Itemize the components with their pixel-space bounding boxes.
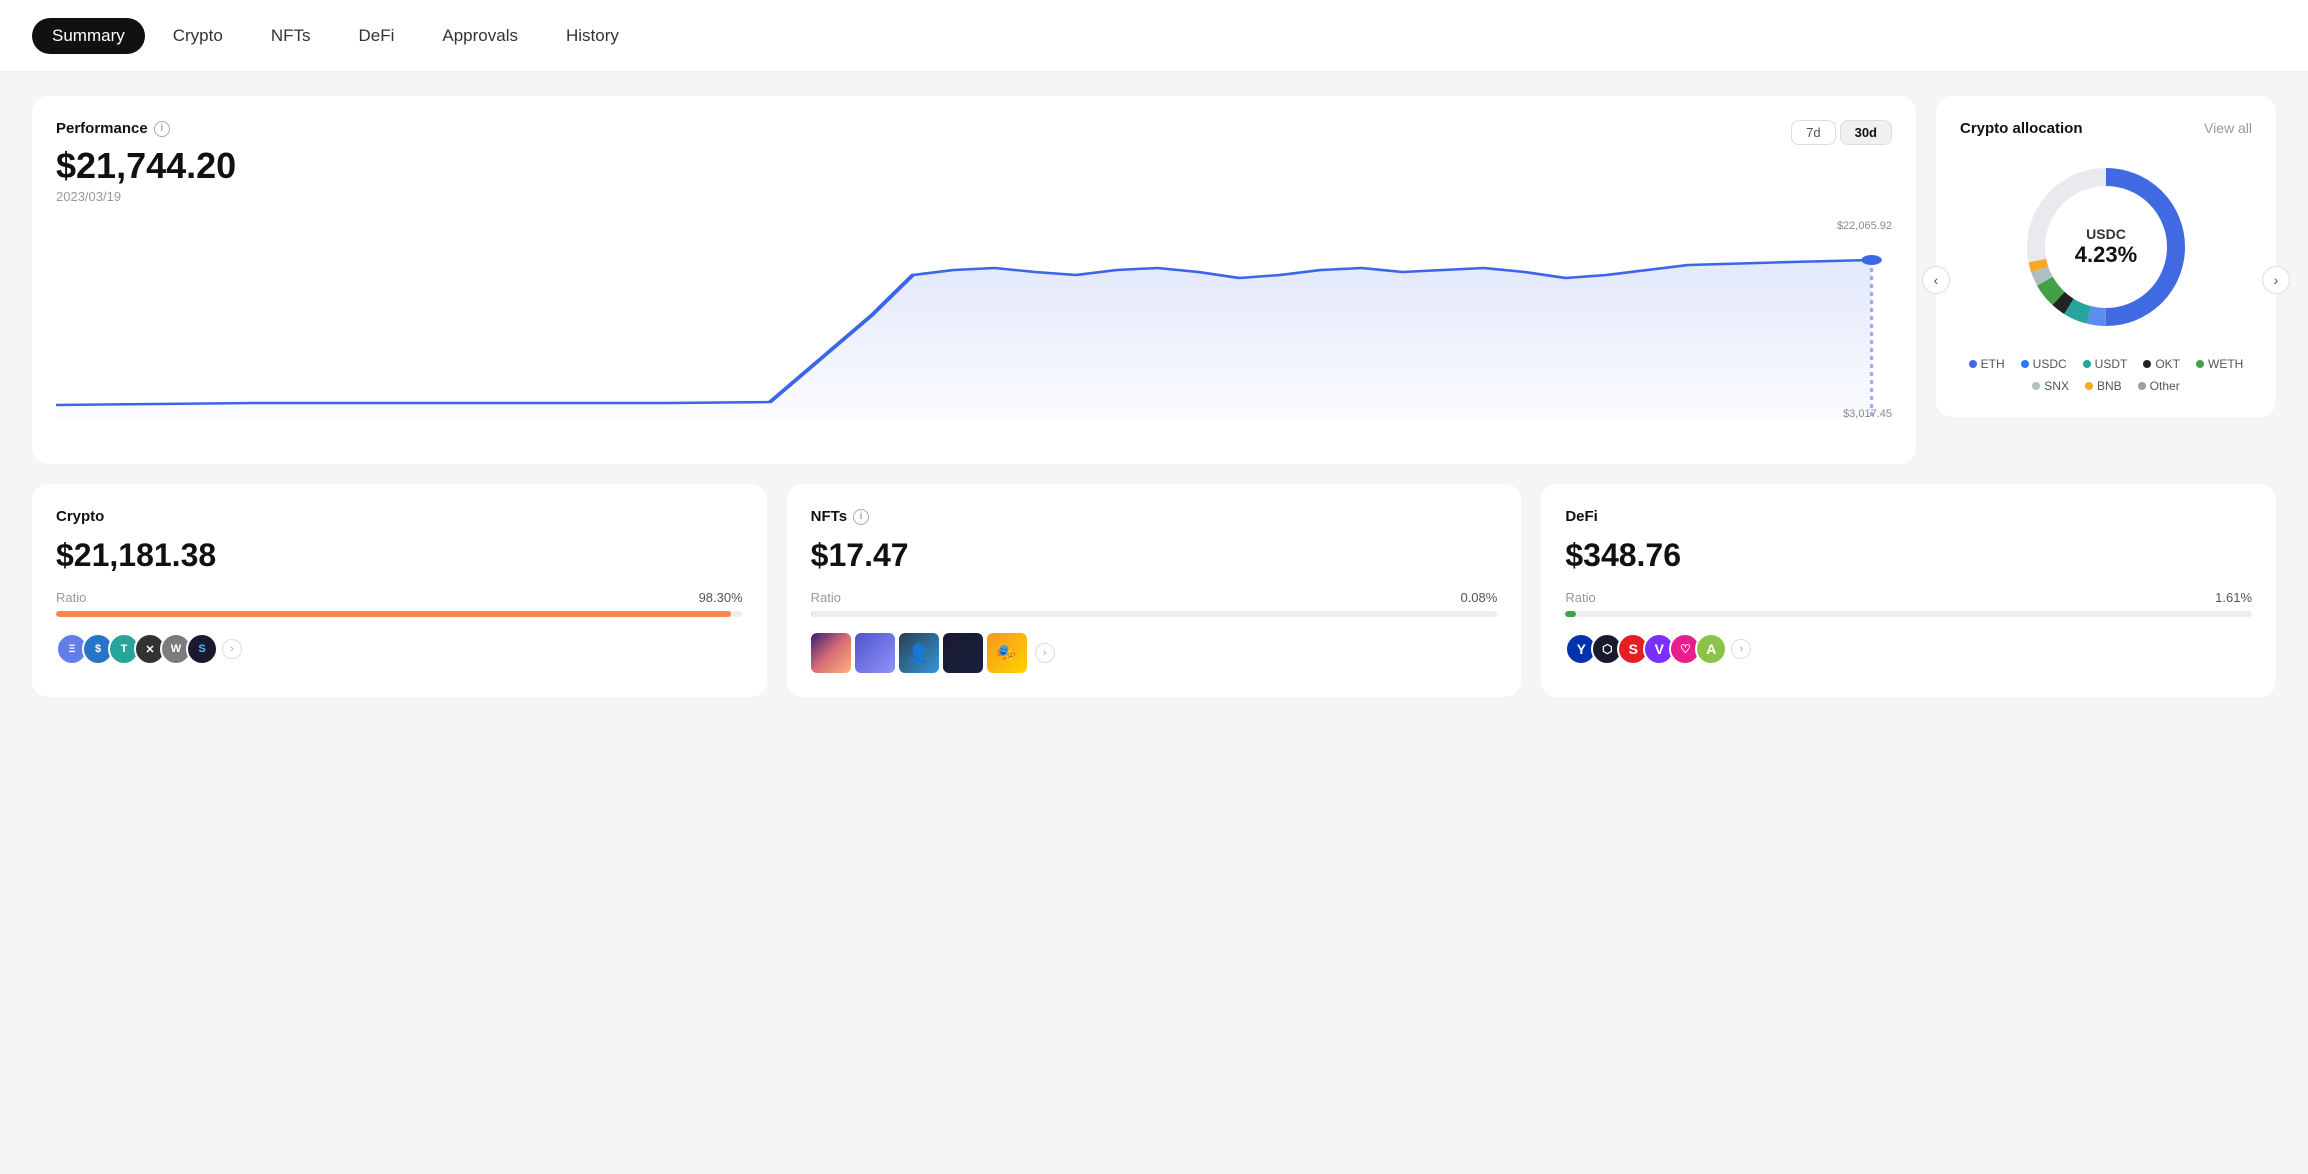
allocation-section: ‹ Crypto allocation View all bbox=[1936, 96, 2276, 464]
crypto-summary-card: Crypto $21,181.38 Ratio 98.30% Ξ $ T ✕ W… bbox=[32, 484, 767, 697]
nav-history[interactable]: History bbox=[546, 18, 639, 54]
donut-container: USDC 4.23% bbox=[1960, 157, 2252, 337]
nft-thumb-5: 🎭 bbox=[987, 633, 1027, 673]
nft-thumb-4 bbox=[943, 633, 983, 673]
carousel-right-btn[interactable]: › bbox=[2262, 266, 2290, 294]
defi-card-title: DeFi bbox=[1565, 508, 2252, 525]
legend-okt-label: OKT bbox=[2155, 357, 2180, 371]
view-all-btn[interactable]: View all bbox=[2204, 120, 2252, 136]
defi-token-6: A bbox=[1695, 633, 1727, 665]
chart-label-low: $3,017.45 bbox=[1843, 408, 1892, 420]
defi-card-label: DeFi bbox=[1565, 508, 1598, 525]
main-content: Performance i $21,744.20 2023/03/19 7d 3… bbox=[0, 72, 2308, 721]
defi-chevron-right[interactable]: › bbox=[1731, 639, 1751, 659]
nfts-info-icon[interactable]: i bbox=[853, 509, 869, 525]
nfts-card-title: NFTs i bbox=[811, 508, 1498, 525]
legend: ETH USDC USDT OKT bbox=[1960, 357, 2252, 393]
defi-card-amount: $348.76 bbox=[1565, 537, 2252, 574]
nav-crypto[interactable]: Crypto bbox=[153, 18, 243, 54]
crypto-token-icons: Ξ $ T ✕ W S › bbox=[56, 633, 743, 665]
nfts-progress-bar bbox=[811, 611, 1498, 617]
legend-usdc-label: USDC bbox=[2033, 357, 2067, 371]
legend-usdc: USDC bbox=[2021, 357, 2067, 371]
legend-bnb: BNB bbox=[2085, 379, 2122, 393]
crypto-ratio-label: Ratio bbox=[56, 590, 86, 605]
performance-label: Performance bbox=[56, 120, 148, 137]
chart-label-high: $22,065.92 bbox=[1837, 220, 1892, 232]
defi-ratio-value: 1.61% bbox=[2215, 590, 2252, 605]
legend-bnb-label: BNB bbox=[2097, 379, 2122, 393]
nft-thumb-3: 👤 bbox=[899, 633, 939, 673]
defi-progress-bar bbox=[1565, 611, 2252, 617]
performance-date: 2023/03/19 bbox=[56, 189, 1892, 204]
donut-coin-label: USDC bbox=[2075, 226, 2137, 242]
crypto-card-title: Crypto bbox=[56, 508, 743, 525]
defi-progress-fill bbox=[1565, 611, 1576, 617]
performance-chart bbox=[56, 220, 1892, 420]
token-snx: S bbox=[186, 633, 218, 665]
crypto-card-amount: $21,181.38 bbox=[56, 537, 743, 574]
allocation-card: Crypto allocation View all bbox=[1936, 96, 2276, 417]
legend-okt-dot bbox=[2143, 360, 2151, 368]
legend-bnb-dot bbox=[2085, 382, 2093, 390]
nfts-card-label: NFTs bbox=[811, 508, 847, 525]
legend-snx-label: SNX bbox=[2044, 379, 2069, 393]
nav-approvals[interactable]: Approvals bbox=[422, 18, 538, 54]
nfts-chevron-right[interactable]: › bbox=[1035, 643, 1055, 663]
legend-eth-dot bbox=[1969, 360, 1977, 368]
legend-okt: OKT bbox=[2143, 357, 2180, 371]
crypto-progress-fill bbox=[56, 611, 731, 617]
legend-other-dot bbox=[2138, 382, 2146, 390]
performance-title: Performance i bbox=[56, 120, 1892, 137]
performance-info-icon[interactable]: i bbox=[154, 121, 170, 137]
nfts-ratio-row: Ratio 0.08% bbox=[811, 590, 1498, 605]
nfts-ratio-value: 0.08% bbox=[1460, 590, 1497, 605]
crypto-card-label: Crypto bbox=[56, 508, 104, 525]
nav-defi[interactable]: DeFi bbox=[338, 18, 414, 54]
legend-snx: SNX bbox=[2032, 379, 2069, 393]
legend-usdt: USDT bbox=[2083, 357, 2128, 371]
nft-thumbnails: 👤 🎭 › bbox=[811, 633, 1498, 673]
defi-ratio-label: Ratio bbox=[1565, 590, 1595, 605]
top-section: Performance i $21,744.20 2023/03/19 7d 3… bbox=[32, 96, 2276, 464]
crypto-ratio-row: Ratio 98.30% bbox=[56, 590, 743, 605]
defi-ratio-row: Ratio 1.61% bbox=[1565, 590, 2252, 605]
legend-eth: ETH bbox=[1969, 357, 2005, 371]
legend-usdt-label: USDT bbox=[2095, 357, 2128, 371]
time-btn-7d[interactable]: 7d bbox=[1791, 120, 1835, 145]
legend-weth-dot bbox=[2196, 360, 2204, 368]
crypto-progress-bar bbox=[56, 611, 743, 617]
legend-weth: WETH bbox=[2196, 357, 2243, 371]
nav-bar: Summary Crypto NFTs DeFi Approvals Histo… bbox=[0, 0, 2308, 72]
nfts-summary-card: NFTs i $17.47 Ratio 0.08% 👤 🎭 › bbox=[787, 484, 1522, 697]
legend-usdc-dot bbox=[2021, 360, 2029, 368]
donut-pct-label: 4.23% bbox=[2075, 242, 2137, 268]
legend-eth-label: ETH bbox=[1981, 357, 2005, 371]
defi-token-icons: Y ⬡ S V ♡ A › bbox=[1565, 633, 2252, 665]
legend-snx-dot bbox=[2032, 382, 2040, 390]
nav-summary[interactable]: Summary bbox=[32, 18, 145, 54]
performance-amount: $21,744.20 bbox=[56, 145, 1892, 187]
nfts-card-amount: $17.47 bbox=[811, 537, 1498, 574]
time-buttons: 7d 30d bbox=[1791, 120, 1892, 145]
nfts-progress-fill bbox=[811, 611, 813, 617]
bottom-section: Crypto $21,181.38 Ratio 98.30% Ξ $ T ✕ W… bbox=[32, 484, 2276, 697]
legend-usdt-dot bbox=[2083, 360, 2091, 368]
performance-card: Performance i $21,744.20 2023/03/19 7d 3… bbox=[32, 96, 1916, 464]
legend-other-label: Other bbox=[2150, 379, 2180, 393]
legend-weth-label: WETH bbox=[2208, 357, 2243, 371]
crypto-ratio-value: 98.30% bbox=[699, 590, 743, 605]
nft-thumb-1 bbox=[811, 633, 851, 673]
nft-thumb-2 bbox=[855, 633, 895, 673]
nfts-ratio-label: Ratio bbox=[811, 590, 841, 605]
carousel-left-btn[interactable]: ‹ bbox=[1922, 266, 1950, 294]
donut-center: USDC 4.23% bbox=[2075, 226, 2137, 268]
defi-summary-card: DeFi $348.76 Ratio 1.61% Y ⬡ S V ♡ A › bbox=[1541, 484, 2276, 697]
nav-nfts[interactable]: NFTs bbox=[251, 18, 331, 54]
time-btn-30d[interactable]: 30d bbox=[1840, 120, 1892, 145]
crypto-chevron-right[interactable]: › bbox=[222, 639, 242, 659]
chart-container: $22,065.92 bbox=[56, 220, 1892, 440]
legend-other: Other bbox=[2138, 379, 2180, 393]
